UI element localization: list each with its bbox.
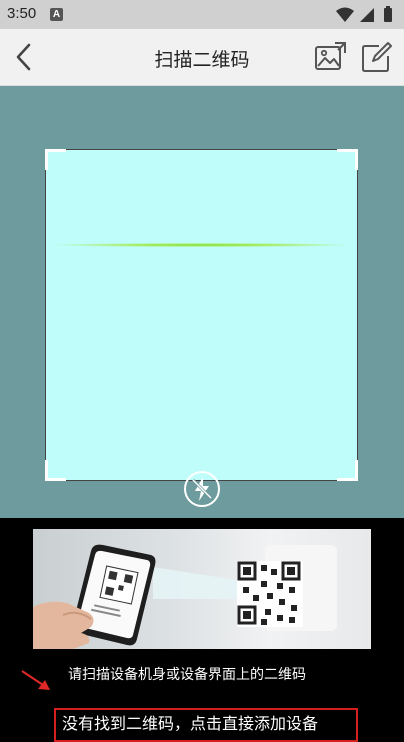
gallery-button[interactable] (313, 41, 347, 75)
frame-corner (337, 149, 358, 170)
qr-code-icon (237, 561, 303, 627)
notification-badge: A (50, 8, 63, 21)
frame-corner (45, 460, 66, 481)
status-time: 3:50 (7, 5, 37, 22)
scan-line (56, 243, 347, 247)
wifi-icon (336, 7, 354, 22)
guide-graphic (33, 544, 337, 649)
bottom-panel: 请扫描设备机身或设备界面上的二维码 没有找到二维码，点击直接添加设备 (0, 518, 404, 742)
signal-icon (360, 8, 374, 22)
manual-add-device-button[interactable]: 没有找到二维码，点击直接添加设备 (54, 708, 358, 742)
battery-icon (384, 8, 392, 22)
scan-hint: 请扫描设备机身或设备界面上的二维码 (68, 667, 306, 683)
chevron-left-icon (16, 43, 31, 71)
scan-area (0, 86, 404, 518)
edit-button[interactable] (359, 41, 393, 75)
guide-illustration (33, 529, 371, 649)
frame-corner (45, 149, 66, 170)
scan-frame (45, 149, 358, 481)
status-icons (336, 6, 392, 22)
flash-icon (184, 471, 220, 507)
app-bar: 扫描二维码 (0, 29, 404, 86)
frame-corner (337, 460, 358, 481)
image-icon (315, 42, 346, 70)
arrow-icon (21, 670, 50, 690)
flashlight-button[interactable] (183, 470, 221, 508)
status-bar: 3:50 A (0, 0, 404, 29)
edit-icon (362, 42, 392, 72)
back-button[interactable] (6, 39, 42, 75)
